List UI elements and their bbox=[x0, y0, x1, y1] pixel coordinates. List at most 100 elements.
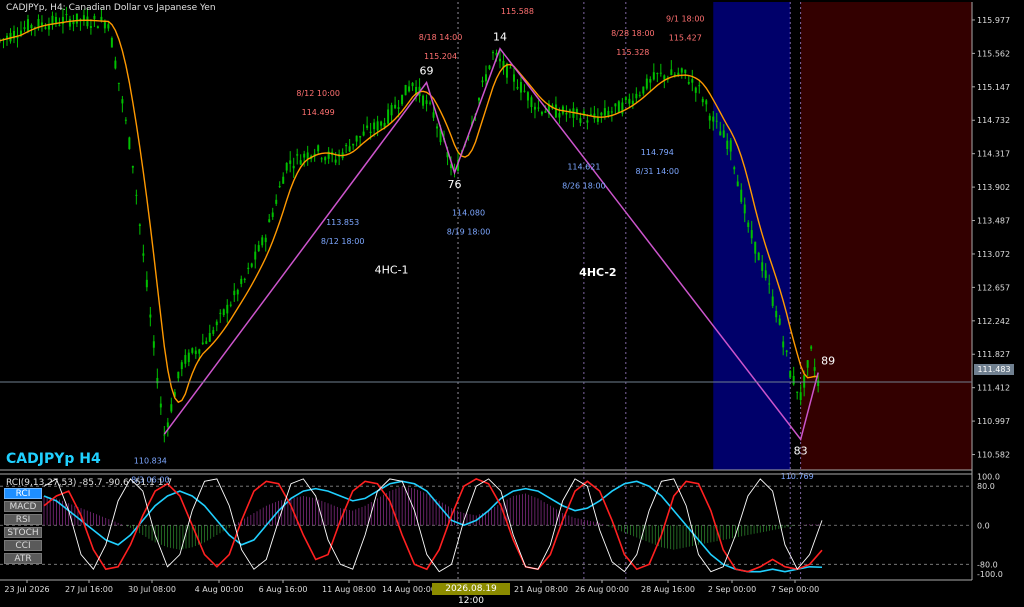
candle-body bbox=[30, 24, 33, 29]
candle-body bbox=[485, 74, 487, 82]
candle-body bbox=[708, 115, 711, 121]
candle-body bbox=[771, 296, 774, 306]
atr-button[interactable]: ATR bbox=[4, 553, 42, 564]
candle-body bbox=[750, 230, 753, 239]
annotation-label: 8/12 10:00 bbox=[296, 89, 340, 98]
candle-body bbox=[236, 289, 239, 295]
candle-body bbox=[813, 367, 816, 371]
annotation-label: 110.834 bbox=[134, 457, 167, 466]
candle-body bbox=[282, 176, 285, 184]
candle-body bbox=[614, 103, 617, 107]
candle-body bbox=[491, 52, 494, 54]
candle-body bbox=[799, 392, 802, 400]
macd-button[interactable]: MACD bbox=[4, 501, 42, 512]
annotation-label: 115.328 bbox=[616, 48, 649, 57]
candle-body bbox=[530, 97, 533, 108]
candle-body bbox=[177, 371, 180, 379]
candle-body bbox=[719, 131, 722, 136]
candle-body bbox=[152, 341, 155, 348]
candle-body bbox=[26, 19, 29, 31]
candle-body bbox=[792, 375, 795, 385]
candle-body bbox=[187, 352, 190, 363]
candle-body bbox=[558, 113, 561, 118]
candle-body bbox=[617, 101, 620, 113]
candle-body bbox=[698, 85, 701, 87]
candle-body bbox=[247, 267, 250, 269]
crosshair-time-tag: 2026.08.19 12:00 bbox=[432, 583, 510, 606]
candle-body bbox=[537, 107, 540, 109]
wave-label: 4HC-2 bbox=[579, 266, 616, 279]
candle-body bbox=[579, 118, 582, 123]
candle-body bbox=[359, 136, 362, 138]
candle-body bbox=[163, 434, 166, 436]
pivot-label: 89 bbox=[821, 355, 835, 368]
rsi-button[interactable]: RSI bbox=[4, 514, 42, 525]
candle-body bbox=[757, 252, 760, 261]
y-tick-label: 114.317 bbox=[977, 150, 1010, 159]
candle-body bbox=[348, 146, 351, 152]
candle-body bbox=[243, 278, 246, 280]
stoch-button[interactable]: STOCH bbox=[4, 527, 42, 538]
x-tick-label: 26 Aug 00:00 bbox=[575, 585, 629, 594]
candle-body bbox=[278, 186, 281, 188]
rci-button[interactable]: RCI bbox=[4, 488, 42, 499]
candle-body bbox=[715, 120, 718, 122]
candle-body bbox=[519, 82, 522, 93]
indicator-tick-label: 0.0 bbox=[977, 521, 990, 530]
chart-canvas[interactable]: 69 76 14 83 89 8/12 10:00 114.499 8/18 14:00 11… bbox=[0, 0, 1024, 600]
candle-body bbox=[299, 160, 302, 165]
x-tick-label: 27 Jul 16:00 bbox=[65, 585, 113, 594]
candle-body bbox=[568, 109, 571, 112]
candle-body bbox=[663, 75, 666, 80]
annotation-label: 8/18 14:00 bbox=[419, 33, 463, 42]
candle-body bbox=[250, 263, 253, 267]
candle-body bbox=[603, 108, 606, 116]
candle-body bbox=[817, 380, 820, 387]
candle-body bbox=[285, 162, 288, 171]
candle-body bbox=[789, 371, 792, 378]
candle-body bbox=[628, 98, 631, 104]
candle-body bbox=[86, 16, 89, 27]
candle-body bbox=[722, 130, 725, 138]
candle-body bbox=[23, 27, 26, 30]
candle-body bbox=[411, 82, 414, 87]
y-tick-label: 113.487 bbox=[977, 217, 1010, 226]
current-price-tag: 111.483 bbox=[974, 364, 1014, 375]
y-tick-label: 112.657 bbox=[977, 283, 1010, 292]
candle-body bbox=[425, 100, 428, 104]
cci-button[interactable]: CCI bbox=[4, 540, 42, 551]
annotation-label: 8/31 14:00 bbox=[636, 167, 680, 176]
x-tick-label: 6 Aug 16:00 bbox=[259, 585, 308, 594]
x-tick-label: 2 Sep 00:00 bbox=[708, 585, 756, 594]
candle-body bbox=[422, 95, 425, 106]
indicator-tick-label: -100.0 bbox=[977, 570, 1003, 579]
candle-body bbox=[778, 318, 781, 325]
candle-body bbox=[785, 350, 788, 353]
candle-body bbox=[726, 140, 729, 150]
x-tick-label: 4 Aug 00:00 bbox=[195, 585, 244, 594]
candle-body bbox=[810, 346, 813, 349]
candle-body bbox=[743, 204, 746, 214]
y-tick-label: 110.997 bbox=[977, 417, 1010, 426]
candle-body bbox=[156, 377, 159, 384]
annotation-label: 8/28 18:00 bbox=[611, 29, 655, 38]
candle-body bbox=[481, 80, 484, 83]
y-tick-label: 113.072 bbox=[977, 250, 1010, 259]
candle-body bbox=[432, 112, 435, 118]
candle-body bbox=[65, 14, 68, 16]
annotation-label: 110.769 bbox=[781, 472, 814, 481]
candle-body bbox=[729, 140, 732, 152]
candle-body bbox=[170, 404, 173, 412]
candle-body bbox=[268, 219, 271, 223]
candle-body bbox=[691, 79, 694, 83]
candle-body bbox=[254, 251, 257, 260]
candle-body bbox=[694, 87, 697, 93]
candle-body bbox=[138, 224, 141, 226]
annotation-label: 114.794 bbox=[641, 148, 674, 157]
candle-body bbox=[117, 82, 120, 84]
candle-body bbox=[96, 26, 99, 29]
y-tick-label: 114.732 bbox=[977, 116, 1010, 125]
candle-body bbox=[212, 330, 215, 334]
candle-body bbox=[380, 121, 383, 126]
candle-body bbox=[110, 38, 113, 48]
